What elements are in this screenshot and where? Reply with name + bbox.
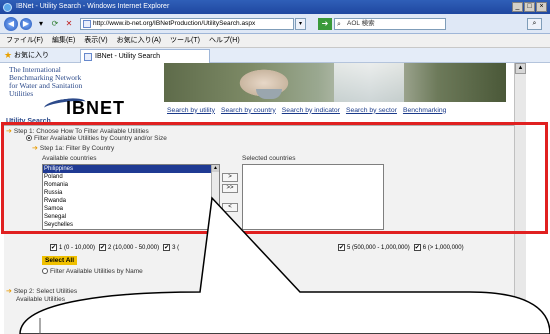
page-scroll-up-icon[interactable]: ▲ <box>515 63 526 74</box>
menu-tools[interactable]: ツール(T) <box>170 34 200 47</box>
tab-title: IBNet - Utility Search <box>95 53 160 60</box>
browser-tab[interactable]: IBNet - Utility Search <box>80 49 210 63</box>
option-by-name[interactable]: Filter Available Utilities by Name <box>42 268 143 275</box>
minimize-button[interactable]: _ <box>512 2 523 12</box>
size-checkbox-5[interactable]: ✔ <box>338 244 345 251</box>
tab-icon <box>84 53 92 61</box>
ibnet-logo[interactable]: IBNET <box>66 98 125 119</box>
site-banner: The International Benchmarking Network f… <box>4 63 514 119</box>
size-filter-row: ✔ 1 (0 - 10,000) ✔ 2 (10,000 - 50,000) ✔ 3 … <box>50 244 181 251</box>
nav-link-indicator[interactable]: Search by indicator <box>282 107 340 114</box>
stop-icon: ✕ <box>65 19 73 28</box>
maximize-button[interactable]: □ <box>524 2 535 12</box>
menu-favorites[interactable]: お気に入り(A) <box>117 34 161 47</box>
search-go-button[interactable]: ⌕ <box>527 18 542 30</box>
size-checkbox-1[interactable]: ✔ <box>50 244 57 251</box>
nav-link-utility[interactable]: Search by utility <box>167 107 215 114</box>
radio-by-name[interactable] <box>42 268 48 274</box>
forward-button[interactable]: ▶ <box>20 18 32 30</box>
menu-bar: ファイル(F) 編集(E) 表示(V) お気に入り(A) ツール(T) ヘルプ(… <box>0 34 550 48</box>
highlight-box <box>1 122 548 234</box>
window-titlebar: IBNet - Utility Search - Windows Interne… <box>0 0 550 14</box>
step2-title-text: Step 2: Select Utilities <box>13 288 78 295</box>
site-logo-text: The International Benchmarking Network f… <box>9 66 124 98</box>
size-checkbox-3[interactable]: ✔ <box>163 244 171 251</box>
search-input[interactable]: ⌕ AOL 検索 <box>334 18 446 30</box>
refresh-icon: ⟳ <box>51 19 59 28</box>
menu-view[interactable]: 表示(V) <box>84 34 107 47</box>
address-dropdown-button[interactable]: ▾ <box>295 18 306 30</box>
logo-line: Utilities <box>9 89 34 98</box>
nav-link-benchmarking[interactable]: Benchmarking <box>403 107 446 114</box>
size-checkbox-2[interactable]: ✔ <box>99 244 107 251</box>
search-icon: ⌕ <box>337 21 341 28</box>
nav-link-sector[interactable]: Search by sector <box>346 107 397 114</box>
menu-file[interactable]: ファイル(F) <box>6 34 43 47</box>
size-filter-row-right: ✔ 5 (500,000 - 1,000,000) ✔ 6 (> 1,000,000… <box>338 244 466 251</box>
favorites-bar: ★ お気に入り IBNet - Utility Search <box>0 48 550 63</box>
forward-icon: ▶ <box>22 19 30 28</box>
menu-help[interactable]: ヘルプ(H) <box>209 34 240 47</box>
stop-button[interactable]: ✕ <box>64 19 74 29</box>
go-button[interactable]: ➔ <box>318 18 332 30</box>
site-nav: Search by utility Search by country Sear… <box>164 103 514 117</box>
banner-photo <box>164 63 506 102</box>
window-controls: _ □ × <box>512 2 547 12</box>
available-utilities-label: Available Utilities <box>16 296 66 303</box>
size-label-5: 5 (500,000 - 1,000,000) <box>347 244 410 251</box>
menu-edit[interactable]: 編集(E) <box>52 34 75 47</box>
close-button[interactable]: × <box>536 2 547 12</box>
window-title: IBNet - Utility Search - Windows Interne… <box>16 3 170 10</box>
size-label-2: 2 (10,000 - 50,000) <box>108 244 160 251</box>
refresh-button[interactable]: ⟳ <box>50 19 60 29</box>
step2-title: ➔ Step 2: Select Utilities <box>6 287 77 295</box>
bowl <box>256 89 282 99</box>
ie-logo-icon <box>3 3 12 12</box>
nav-link-country[interactable]: Search by country <box>221 107 276 114</box>
size-label-1: 1 (0 - 10,000) <box>59 244 96 251</box>
address-url: http://www.ib-net.org/IBNetProduction/Ut… <box>93 20 256 27</box>
go-icon: ➔ <box>321 19 329 28</box>
size-checkbox-6[interactable]: ✔ <box>413 244 421 251</box>
water-spray <box>334 63 404 102</box>
search-placeholder: AOL 検索 <box>347 20 375 27</box>
address-input[interactable]: http://www.ib-net.org/IBNetProduction/Ut… <box>80 18 294 30</box>
option-by-name-label: Filter Available Utilities by Name <box>50 268 143 275</box>
favicon-icon <box>83 20 91 28</box>
step-arrow-icon: ➔ <box>6 288 12 295</box>
back-button[interactable]: ◀ <box>4 17 18 31</box>
favorites-star-icon: ★ <box>4 50 13 60</box>
favorites-button[interactable]: お気に入り <box>14 48 49 63</box>
history-dropdown-button[interactable]: ▾ <box>36 19 46 29</box>
back-icon: ◀ <box>7 19 15 28</box>
size-label-3: 3 ( <box>172 244 180 251</box>
select-all-button[interactable]: Select All <box>42 256 78 265</box>
address-toolbar: ◀ ▶ ▾ ⟳ ✕ http://www.ib-net.org/IBNetPro… <box>0 14 550 34</box>
size-label-6: 6 (> 1,000,000) <box>422 244 464 251</box>
